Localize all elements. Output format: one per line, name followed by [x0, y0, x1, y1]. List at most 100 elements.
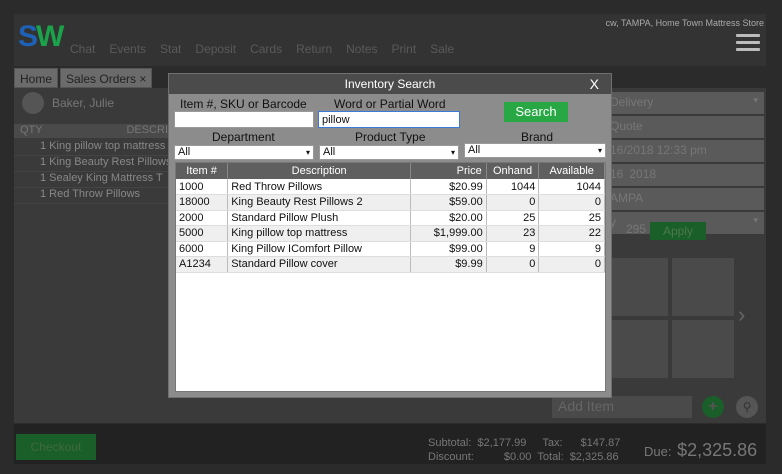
top-nav: Chat Events Stat Deposit Cards Return No…: [70, 42, 454, 56]
onhand-cell: 1044: [486, 179, 540, 195]
available-cell: 9: [538, 241, 605, 257]
item-number-cell: 2000: [176, 210, 229, 226]
nav-item-sale[interactable]: Sale: [430, 42, 454, 56]
delivery-select[interactable]: Delivery: [606, 92, 764, 114]
table-row[interactable]: 5000 King pillow top mattress $1,999.00 …: [176, 225, 605, 242]
available-cell: 25: [538, 210, 605, 226]
description-cell: King Beauty Rest Pillows 2: [227, 194, 412, 211]
brand-value: All: [468, 144, 481, 156]
column-header-item[interactable]: Item #: [176, 163, 229, 179]
order-totals: Subtotal: $2,177.99 Tax: $147.87 Discoun…: [428, 436, 620, 464]
description-cell: Standard Pillow Plush: [227, 210, 412, 226]
table-row[interactable]: 1000 Red Throw Pillows $20.99 1044 1044: [176, 179, 605, 195]
order-line[interactable]: 1 Red Throw Pillows: [14, 188, 174, 204]
column-header-onhand[interactable]: Onhand: [486, 163, 540, 179]
results-table: Item # Description Price Onhand Availabl…: [176, 163, 605, 273]
available-cell: 0: [538, 194, 605, 211]
tab-sales-orders[interactable]: Sales Orders ×: [60, 68, 153, 88]
item-number-cell: 5000: [176, 225, 229, 242]
tax-value: $147.87: [580, 437, 621, 449]
product-thumbnails: [606, 258, 734, 378]
price-cell: $1,999.00: [410, 225, 487, 242]
total-value: $2,325.86: [569, 451, 619, 463]
nav-item-cards[interactable]: Cards: [250, 42, 282, 56]
brand-select[interactable]: All ▾: [464, 143, 606, 158]
datetime-field[interactable]: 16/2018 12:33 pm: [606, 140, 764, 162]
apply-button[interactable]: Apply: [650, 222, 706, 240]
chevron-right-icon[interactable]: ›: [738, 302, 745, 328]
subtotal-value: $2,177.99: [477, 437, 527, 449]
table-row[interactable]: 6000 King Pillow IComfort Pillow $99.00 …: [176, 241, 605, 257]
product-thumbnail[interactable]: [606, 320, 668, 378]
onhand-cell: 23: [486, 225, 540, 242]
table-row[interactable]: 18000 King Beauty Rest Pillows 2 $59.00 …: [176, 194, 605, 211]
item-sku-input[interactable]: [174, 111, 314, 128]
department-select[interactable]: All ▾: [174, 145, 314, 160]
table-row[interactable]: 2000 Standard Pillow Plush $20.00 25 25: [176, 210, 605, 226]
search-icon[interactable]: ⚲: [736, 396, 758, 418]
item-number-cell: 6000: [176, 241, 229, 257]
year-select[interactable]: 2018: [629, 167, 656, 183]
word-label: Word or Partial Word: [334, 97, 446, 111]
add-item-button[interactable]: +: [702, 396, 724, 418]
table-row[interactable]: A1234 Standard Pillow cover $9.99 0 0: [176, 256, 605, 273]
nav-item-notes[interactable]: Notes: [346, 42, 377, 56]
results-table-container: Item # Description Price Onhand Availabl…: [175, 162, 606, 392]
inventory-search-dialog: Inventory Search X Item #, SKU or Barcod…: [168, 73, 612, 398]
column-header-available[interactable]: Available: [538, 163, 605, 179]
department-value: All: [178, 146, 191, 158]
product-thumbnail[interactable]: [606, 258, 668, 316]
department-label: Department: [212, 130, 275, 144]
description-cell: King Pillow IComfort Pillow: [227, 241, 412, 257]
close-icon[interactable]: X: [590, 74, 599, 94]
product-thumbnail[interactable]: [672, 320, 734, 378]
checkout-button[interactable]: Checkout: [16, 434, 96, 460]
onhand-cell: 0: [486, 256, 540, 273]
due-label: Due:: [644, 444, 672, 459]
quote-field[interactable]: Quote: [606, 116, 764, 138]
price-cell: $9.99: [410, 256, 487, 273]
product-type-select[interactable]: All ▾: [319, 145, 459, 160]
date-selects: 16 2018: [606, 164, 764, 186]
chevron-down-icon: ▾: [450, 148, 455, 157]
description-column-header: DESCRI: [126, 124, 168, 136]
nav-item-deposit[interactable]: Deposit: [195, 42, 236, 56]
discount-label: Discount:: [428, 451, 474, 463]
order-line[interactable]: 1 Sealey King Mattress T: [14, 172, 174, 188]
description-cell: King pillow top mattress: [227, 225, 412, 242]
available-cell: 1044: [538, 179, 605, 195]
order-lines-header: QTY DESCRI: [14, 124, 174, 138]
user-icon: [22, 92, 44, 114]
store-info: cw, TAMPA, Home Town Mattress Store: [605, 18, 764, 28]
nav-item-chat[interactable]: Chat: [70, 42, 95, 56]
nav-item-events[interactable]: Events: [109, 42, 146, 56]
due-value: $2,325.86: [677, 440, 758, 460]
price-cell: $59.00: [410, 194, 487, 211]
item-number-cell: 1000: [176, 179, 229, 195]
tab-bar: Home Sales Orders ×: [14, 68, 153, 88]
item-number-cell: 18000: [176, 194, 229, 211]
word-search-input[interactable]: [318, 111, 460, 128]
dialog-title: Inventory Search: [344, 77, 436, 91]
day-select[interactable]: 16: [610, 167, 623, 183]
order-line[interactable]: 1 King Beauty Rest Pillows: [14, 156, 174, 172]
available-cell: 22: [538, 225, 605, 242]
add-item-input[interactable]: Add Item: [552, 396, 692, 418]
nav-item-stat[interactable]: Stat: [160, 42, 181, 56]
item-sku-label: Item #, SKU or Barcode: [180, 97, 307, 111]
column-header-description[interactable]: Description: [227, 163, 412, 179]
tab-home[interactable]: Home: [14, 68, 59, 88]
customer-name[interactable]: Baker, Julie: [52, 96, 114, 110]
search-button[interactable]: Search: [504, 102, 568, 122]
description-cell: Red Throw Pillows: [227, 179, 412, 195]
hamburger-menu-icon[interactable]: [736, 34, 760, 52]
product-thumbnail[interactable]: [672, 258, 734, 316]
points-value: 295: [626, 222, 647, 236]
nav-item-print[interactable]: Print: [392, 42, 417, 56]
amount-due: Due: $2,325.86: [644, 440, 757, 461]
column-header-price[interactable]: Price: [410, 163, 487, 179]
order-line[interactable]: 1 King pillow top mattress: [14, 140, 174, 156]
chevron-down-icon: ▾: [305, 148, 310, 157]
nav-item-return[interactable]: Return: [296, 42, 332, 56]
location-field[interactable]: AMPA: [606, 188, 764, 210]
